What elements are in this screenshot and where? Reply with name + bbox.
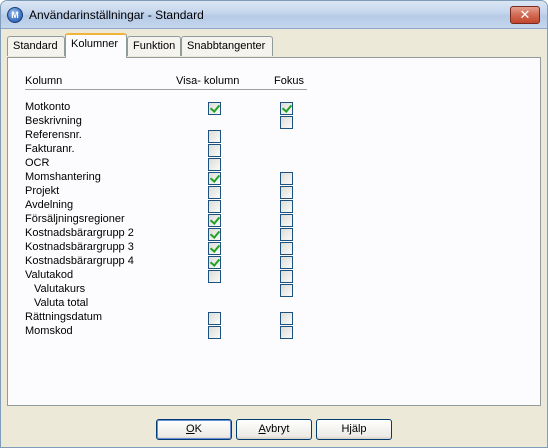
title-bar[interactable]: M Användarinställningar - Standard ✕ <box>1 1 547 29</box>
fokus-checkbox[interactable] <box>280 172 293 185</box>
row-label: Motkonto <box>25 101 71 113</box>
fokus-checkbox[interactable] <box>280 270 293 283</box>
dialog-window: M Användarinställningar - Standard ✕ Sta… <box>0 0 548 448</box>
fokus-checkbox[interactable] <box>280 312 293 325</box>
fokus-checkbox[interactable] <box>280 256 293 269</box>
row-label: Valutakurs <box>34 283 86 295</box>
column-header-visible: Visa- kolumn <box>176 75 240 87</box>
row-label: Momshantering <box>25 171 101 183</box>
row-label: Kostnadsbärargrupp 4 <box>25 255 134 267</box>
tab-kolumner[interactable]: Kolumner <box>65 33 127 58</box>
row-label: Beskrivning <box>25 115 82 127</box>
visa-kolumn-checkbox[interactable] <box>208 158 221 171</box>
row-label: Projekt <box>25 185 60 197</box>
visa-kolumn-checkbox[interactable] <box>208 186 221 199</box>
tab-funktion[interactable]: Funktion <box>127 36 181 56</box>
visa-kolumn-checkbox[interactable] <box>208 270 221 283</box>
tab-standard[interactable]: Standard <box>7 36 65 56</box>
visa-kolumn-checkbox[interactable] <box>208 326 221 339</box>
column-header-name: Kolumn <box>25 75 63 87</box>
row-label: Försäljningsregioner <box>25 213 125 225</box>
row-label: Kostnadsbärargrupp 2 <box>25 227 134 239</box>
row-label: Avdelning <box>25 199 74 211</box>
visa-kolumn-checkbox[interactable] <box>208 130 221 143</box>
row-label: Referensnr. <box>25 129 82 141</box>
row-label: Valuta total <box>34 297 89 309</box>
fokus-checkbox[interactable] <box>280 214 293 227</box>
visa-kolumn-checkbox[interactable] <box>208 144 221 157</box>
fokus-checkbox[interactable] <box>280 200 293 213</box>
fokus-checkbox[interactable] <box>280 284 293 297</box>
fokus-checkbox[interactable] <box>280 242 293 255</box>
visa-kolumn-checkbox[interactable] <box>208 312 221 325</box>
window-title: Användarinställningar - Standard <box>29 8 204 22</box>
ok-button[interactable]: OK <box>156 419 232 440</box>
visa-kolumn-checkbox[interactable] <box>208 242 221 255</box>
row-label: Momskod <box>25 325 73 337</box>
close-button[interactable]: ✕ <box>510 6 540 24</box>
row-label: Valutakod <box>25 269 74 281</box>
row-label: Fakturanr. <box>25 143 75 155</box>
fokus-checkbox[interactable] <box>280 228 293 241</box>
visa-kolumn-checkbox[interactable] <box>208 172 221 185</box>
visa-kolumn-checkbox[interactable] <box>208 102 221 115</box>
fokus-checkbox[interactable] <box>280 116 293 129</box>
visa-kolumn-checkbox[interactable] <box>208 256 221 269</box>
fokus-checkbox[interactable] <box>280 326 293 339</box>
tab-snabbtangenter[interactable]: Snabbtangenter <box>181 36 273 56</box>
row-label: Kostnadsbärargrupp 3 <box>25 241 134 253</box>
visa-kolumn-checkbox[interactable] <box>208 228 221 241</box>
row-label: OCR <box>25 157 50 169</box>
visa-kolumn-checkbox[interactable] <box>208 200 221 213</box>
visa-kolumn-checkbox[interactable] <box>208 214 221 227</box>
help-button[interactable]: Hjälp <box>316 419 392 440</box>
app-logo-icon: M <box>7 7 23 23</box>
row-label: Rättningsdatum <box>25 311 103 323</box>
fokus-checkbox[interactable] <box>280 102 293 115</box>
fokus-checkbox[interactable] <box>280 186 293 199</box>
header-divider <box>25 89 307 90</box>
cancel-button[interactable]: Avbryt <box>236 419 312 440</box>
column-header-focus: Fokus <box>274 75 304 87</box>
tab-panel-kolumner: Kolumn Visa- kolumn Fokus Motkonto Beskri… <box>7 57 541 406</box>
